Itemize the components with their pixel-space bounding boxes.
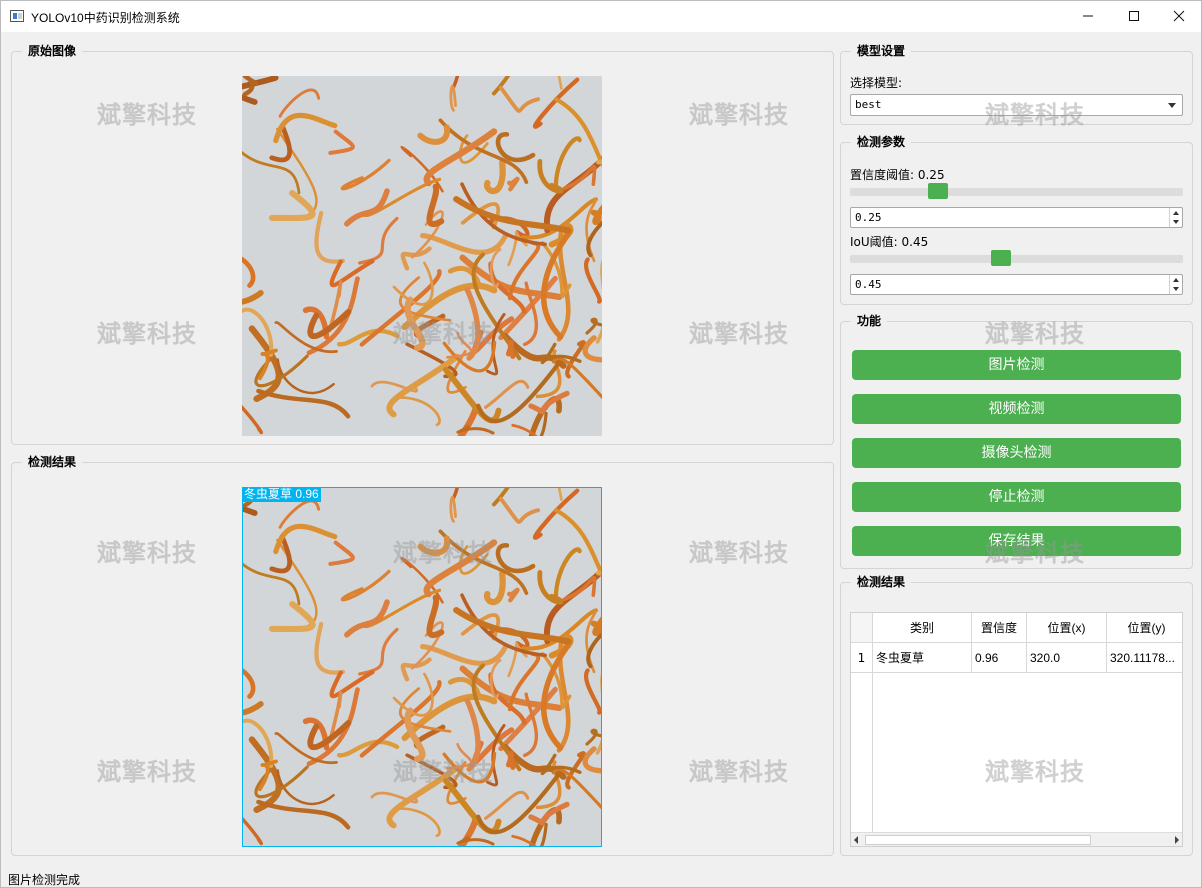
horizontal-scrollbar[interactable]	[851, 832, 1182, 846]
window-title: YOLOv10中药识别检测系统	[31, 11, 180, 25]
table-cell-y[interactable]: 320.11178...	[1107, 643, 1182, 673]
iou-value: 0.45	[855, 278, 882, 291]
table-cell-class[interactable]: 冬虫夏草	[873, 643, 972, 673]
video-detect-button[interactable]: 视频检测	[852, 394, 1181, 424]
row-header[interactable]: 1	[851, 643, 873, 673]
model-select[interactable]: best	[850, 94, 1183, 116]
results-title: 检测结果	[851, 574, 912, 590]
maximize-icon	[1129, 11, 1139, 21]
herb-strand	[505, 339, 516, 359]
minimize-button[interactable]	[1065, 1, 1111, 31]
original-image	[242, 76, 602, 436]
close-icon	[1173, 10, 1185, 22]
confidence-label: 置信度阈值: 0.25	[850, 168, 945, 182]
result-image: 冬虫夏草 0.96	[242, 487, 602, 847]
confidence-slider-handle[interactable]	[928, 183, 948, 199]
column-header-class[interactable]: 类别	[873, 613, 972, 643]
result-image-group: 检测结果 冬虫夏草 0.96	[11, 454, 834, 856]
model-settings-title: 模型设置	[851, 43, 912, 59]
title-bar: YOLOv10中药识别检测系统	[1, 1, 1201, 32]
model-select-value: best	[855, 98, 882, 111]
detection-params-title: 检测参数	[851, 134, 912, 150]
confidence-spinbox[interactable]: 0.25	[850, 207, 1183, 228]
save-results-button[interactable]: 保存结果	[852, 526, 1181, 556]
status-bar: 图片检测完成	[1, 869, 1201, 887]
stop-detect-button[interactable]: 停止检测	[852, 482, 1181, 512]
status-text: 图片检测完成	[8, 873, 81, 887]
result-image-title: 检测结果	[22, 454, 83, 470]
spin-up-icon[interactable]	[1173, 278, 1179, 282]
results-table[interactable]: 类别 置信度 位置(x) 位置(y) 1 冬虫夏草 0.96 320.0 320…	[850, 612, 1183, 847]
close-button[interactable]	[1156, 1, 1202, 31]
main-window: YOLOv10中药识别检测系统 原始图像 检测结果 冬虫夏草 0.96 模型设置…	[0, 0, 1202, 888]
column-header-x[interactable]: 位置(x)	[1027, 613, 1107, 643]
table-corner[interactable]	[851, 613, 873, 643]
app-icon	[10, 10, 24, 22]
original-image-group: 原始图像	[11, 43, 834, 445]
scroll-right-icon[interactable]	[1175, 836, 1179, 844]
camera-detect-button[interactable]: 摄像头检测	[852, 438, 1181, 468]
model-select-label: 选择模型:	[850, 76, 903, 90]
spin-down-icon[interactable]	[1173, 220, 1179, 224]
original-image-title: 原始图像	[22, 43, 83, 59]
detection-box	[242, 487, 602, 847]
iou-slider[interactable]	[850, 250, 1183, 266]
table-cell-x[interactable]: 320.0	[1027, 643, 1107, 673]
scroll-left-icon[interactable]	[854, 836, 858, 844]
confidence-stepper[interactable]	[1169, 208, 1182, 227]
scrollbar-thumb[interactable]	[865, 835, 1091, 845]
row-index: 1	[857, 651, 866, 665]
row-header-gutter	[851, 673, 873, 833]
confidence-value: 0.25	[855, 211, 882, 224]
iou-slider-handle[interactable]	[991, 250, 1011, 266]
chevron-down-icon	[1168, 103, 1176, 108]
iou-spinbox[interactable]: 0.45	[850, 274, 1183, 295]
spin-up-icon[interactable]	[1173, 211, 1179, 215]
image-detect-button[interactable]: 图片检测	[852, 350, 1181, 380]
maximize-button[interactable]	[1111, 1, 1157, 31]
iou-label: IoU阈值: 0.45	[850, 235, 929, 249]
iou-stepper[interactable]	[1169, 275, 1182, 294]
functions-title: 功能	[851, 313, 888, 329]
table-cell-confidence[interactable]: 0.96	[972, 643, 1027, 673]
spin-down-icon[interactable]	[1173, 287, 1179, 291]
minimize-icon	[1083, 15, 1093, 17]
confidence-slider[interactable]	[850, 183, 1183, 199]
herb-photo	[242, 76, 602, 436]
column-header-y[interactable]: 位置(y)	[1107, 613, 1182, 643]
detection-label: 冬虫夏草 0.96	[242, 487, 321, 502]
column-header-confidence[interactable]: 置信度	[972, 613, 1027, 643]
